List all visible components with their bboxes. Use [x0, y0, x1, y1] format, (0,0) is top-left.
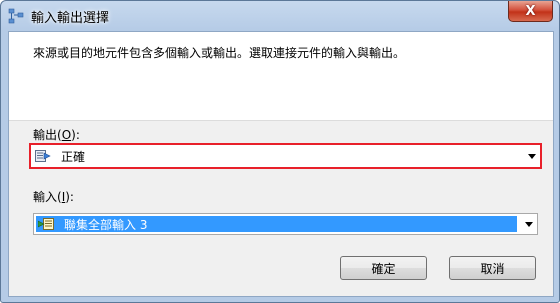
input-dropdown[interactable]: 聯集全部輸入 3	[33, 213, 538, 235]
output-icon	[35, 150, 51, 162]
input-selected-item: 聯集全部輸入 3	[36, 216, 517, 232]
title-bar[interactable]: 輸入輸出選擇 X	[1, 1, 559, 31]
input-label: 輸入(I):	[33, 190, 74, 204]
close-button[interactable]: X	[508, 1, 553, 22]
dialog-window: 輸入輸出選擇 X 來源或目的地元件包含多個輸入或輸出。選取連接元件的輸入與輸出。…	[0, 0, 560, 303]
window-title: 輸入輸出選擇	[31, 11, 110, 26]
description-panel: 來源或目的地元件包含多個輸入或輸出。選取連接元件的輸入與輸出。	[9, 32, 553, 121]
close-icon: X	[525, 3, 536, 19]
output-value: 正確	[61, 149, 86, 164]
output-label: 輸出(O):	[33, 128, 80, 142]
output-selected-item: 正確	[33, 147, 520, 165]
input-value: 聯集全部輸入 3	[64, 217, 148, 232]
dialog-client: 來源或目的地元件包含多個輸入或輸出。選取連接元件的輸入與輸出。 輸出(O): 正…	[8, 31, 554, 297]
ok-button[interactable]: 確定	[340, 256, 427, 280]
description-text: 來源或目的地元件包含多個輸入或輸出。選取連接元件的輸入與輸出。	[33, 46, 406, 60]
chevron-down-icon[interactable]	[525, 222, 533, 227]
chevron-down-icon[interactable]	[528, 154, 536, 159]
cancel-button[interactable]: 取消	[449, 256, 536, 280]
data-flow-icon	[8, 8, 24, 24]
input-icon	[38, 218, 54, 230]
output-dropdown[interactable]: 正確	[29, 143, 542, 169]
